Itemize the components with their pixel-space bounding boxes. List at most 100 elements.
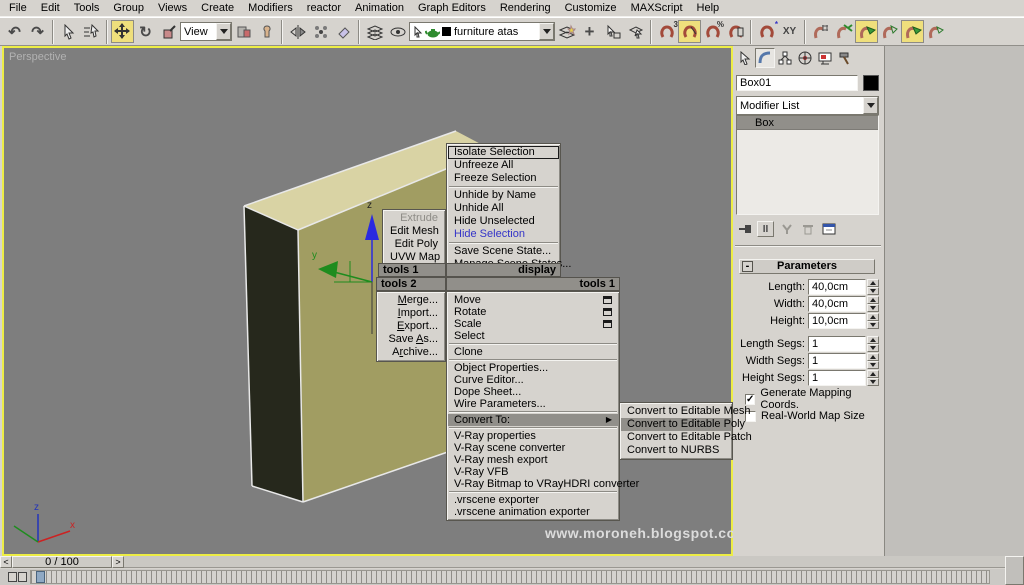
settings-box-icon[interactable] <box>603 308 612 316</box>
menu-item-archive[interactable]: Archive... <box>378 346 444 359</box>
modifier-stack[interactable]: Box <box>736 115 879 215</box>
settings-box-icon[interactable] <box>603 320 612 328</box>
spinner-snap-toggle-icon[interactable] <box>724 20 747 43</box>
menu-item-save-as[interactable]: Save As... <box>378 333 444 346</box>
pin-stack-icon[interactable] <box>736 221 753 237</box>
height-input[interactable] <box>808 313 866 329</box>
height-segs-spinner[interactable] <box>867 370 879 386</box>
menu-item-freeze-selection[interactable]: Freeze Selection <box>448 172 559 185</box>
tab-motion-icon[interactable] <box>795 48 815 68</box>
menu-item-convert-editable-patch[interactable]: Convert to Editable Patch <box>621 431 752 444</box>
width-spinner[interactable] <box>867 296 879 312</box>
time-slider[interactable]: < 0 / 100 > <box>0 556 1005 568</box>
snap-tool-icon-6[interactable] <box>924 20 947 43</box>
menu-item-move[interactable]: Move <box>448 294 618 306</box>
stack-item-box[interactable]: Box <box>737 116 878 130</box>
menu-item-import[interactable]: Import... <box>378 307 444 320</box>
menu-rendering[interactable]: Rendering <box>493 1 558 15</box>
snap-tool-icon-3[interactable] <box>855 20 878 43</box>
length-segs-spinner[interactable] <box>867 336 879 352</box>
mini-curve-editor-icon[interactable] <box>8 572 28 583</box>
generate-mapping-checkbox[interactable]: ✓ <box>745 393 756 405</box>
snap-tool-icon-2[interactable] <box>832 20 855 43</box>
chevron-down-icon[interactable] <box>216 23 231 40</box>
menu-graph-editors[interactable]: Graph Editors <box>411 1 493 15</box>
menu-item-vrscene-animation-exporter[interactable]: .vrscene animation exporter <box>448 506 618 518</box>
menu-item-unfreeze-all[interactable]: Unfreeze All <box>448 159 559 172</box>
menu-item-clone[interactable]: Clone <box>448 346 618 358</box>
menu-item-save-scene-state[interactable]: Save Scene State... <box>448 245 559 258</box>
redo-icon[interactable]: ↷ <box>26 20 49 43</box>
menu-item-convert-nurbs[interactable]: Convert to NURBS <box>621 444 731 457</box>
settings-box-icon[interactable] <box>603 296 612 304</box>
select-object-icon[interactable] <box>57 20 80 43</box>
create-new-layer-icon[interactable]: + <box>578 20 601 43</box>
width-segs-input[interactable] <box>808 353 866 369</box>
next-frame-button[interactable]: > <box>112 556 124 568</box>
menu-item-unhide-by-name[interactable]: Unhide by Name <box>448 189 559 202</box>
menu-create[interactable]: Create <box>194 1 241 15</box>
chevron-down-icon[interactable] <box>863 97 878 114</box>
menu-group[interactable]: Group <box>106 1 151 15</box>
tab-modify-icon[interactable] <box>755 48 775 68</box>
snap-tool-icon-5[interactable] <box>901 20 924 43</box>
menu-item-rotate[interactable]: Rotate <box>448 306 618 318</box>
select-manipulate-icon[interactable] <box>255 20 278 43</box>
select-by-name-icon[interactable] <box>80 20 103 43</box>
absolute-offset-xy-icon[interactable]: XY <box>778 20 801 43</box>
rollout-collapse-icon[interactable]: - <box>742 261 753 272</box>
remove-modifier-icon[interactable] <box>799 221 816 237</box>
reference-coordinate-combo[interactable]: View <box>180 22 232 41</box>
height-segs-input[interactable] <box>808 370 866 386</box>
use-center-icon[interactable] <box>232 20 255 43</box>
menu-item-vray-properties[interactable]: V-Ray properties <box>448 430 618 442</box>
menu-file[interactable]: File <box>2 1 34 15</box>
menu-item-edit-mesh[interactable]: Edit Mesh <box>384 225 444 238</box>
menu-item-object-properties[interactable]: Object Properties... <box>448 362 618 374</box>
snap-toggle-3d-icon[interactable]: 3 <box>655 20 678 43</box>
select-scale-icon[interactable] <box>157 20 180 43</box>
menu-views[interactable]: Views <box>151 1 194 15</box>
snap-tool-icon-4[interactable] <box>878 20 901 43</box>
menu-item-convert-to[interactable]: Convert To: ▶ <box>448 414 618 426</box>
menu-item-vray-bitmap-converter[interactable]: V-Ray Bitmap to VRayHDRI converter <box>448 478 639 490</box>
width-segs-spinner[interactable] <box>867 353 879 369</box>
menu-item-select[interactable]: Select <box>448 330 618 342</box>
layer-visibility-eye-icon[interactable] <box>386 20 409 43</box>
menu-item-convert-editable-mesh[interactable]: Convert to Editable Mesh <box>621 405 751 418</box>
menu-item-wire-parameters[interactable]: Wire Parameters... <box>448 398 618 410</box>
mirror-icon[interactable] <box>286 20 309 43</box>
length-segs-input[interactable] <box>808 336 866 352</box>
select-layer-objects-icon[interactable] <box>624 20 647 43</box>
add-to-layer-icon[interactable] <box>601 20 624 43</box>
menu-customize[interactable]: Customize <box>558 1 624 15</box>
named-selection-combo[interactable]: furniture atas <box>409 22 555 41</box>
menu-item-merge[interactable]: Merge... <box>378 294 444 307</box>
snap-star-icon[interactable]: * <box>755 20 778 43</box>
menu-tools[interactable]: Tools <box>67 1 107 15</box>
layers-stack-icon[interactable] <box>363 20 386 43</box>
menu-item-hide-selection[interactable]: Hide Selection <box>448 228 559 241</box>
menu-item-isolate-selection[interactable]: Isolate Selection <box>448 146 559 159</box>
make-unique-icon[interactable] <box>778 221 795 237</box>
menu-item-vray-scene-converter[interactable]: V-Ray scene converter <box>448 442 618 454</box>
menu-item-scale[interactable]: Scale <box>448 318 618 330</box>
parameters-rollout-header[interactable]: - Parameters <box>739 259 875 274</box>
current-frame-marker[interactable] <box>36 571 45 583</box>
length-spinner[interactable] <box>867 279 879 295</box>
length-input[interactable] <box>808 279 866 295</box>
height-spinner[interactable] <box>867 313 879 329</box>
time-slider-handle[interactable]: 0 / 100 <box>12 556 112 568</box>
track-bar[interactable] <box>0 569 1005 585</box>
menu-item-unhide-all[interactable]: Unhide All <box>448 202 559 215</box>
configure-modifier-sets-icon[interactable] <box>820 221 837 237</box>
menu-item-curve-editor[interactable]: Curve Editor... <box>448 374 618 386</box>
menu-item-hide-unselected[interactable]: Hide Unselected <box>448 215 559 228</box>
object-name-input[interactable] <box>736 75 858 91</box>
menu-item-convert-editable-poly[interactable]: Convert to Editable Poly <box>621 418 745 431</box>
menu-edit[interactable]: Edit <box>34 1 67 15</box>
modifier-list-dropdown[interactable]: Modifier List <box>736 96 879 115</box>
tab-utilities-icon[interactable] <box>835 48 855 68</box>
menu-item-dope-sheet[interactable]: Dope Sheet... <box>448 386 618 398</box>
undo-icon[interactable]: ↶ <box>3 20 26 43</box>
